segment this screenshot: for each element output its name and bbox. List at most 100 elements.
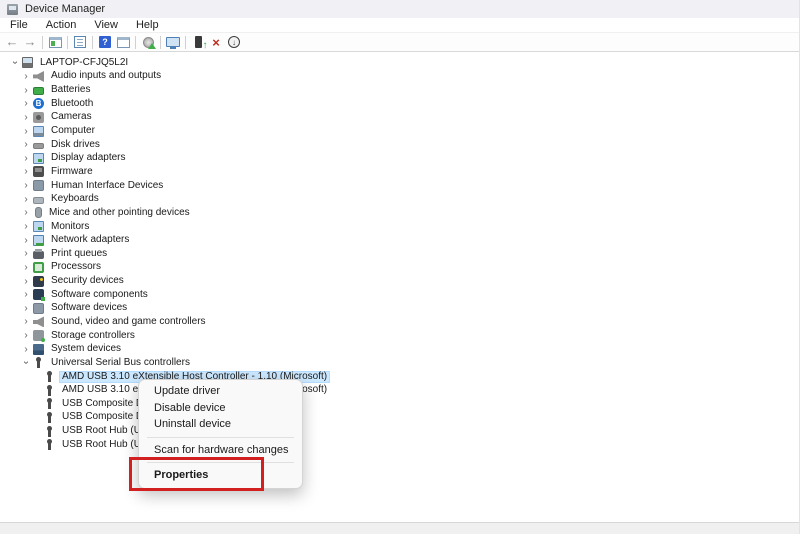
chevron-collapsed-icon[interactable]: ›: [19, 180, 33, 191]
chevron-collapsed-icon[interactable]: ›: [19, 235, 33, 246]
chevron-collapsed-icon[interactable]: ›: [19, 330, 33, 341]
context-menu-item-scan-for-hardware-changes[interactable]: Scan for hardware changes: [139, 442, 302, 459]
camera-icon: [33, 112, 44, 123]
tree-row[interactable]: › Monitors: [0, 220, 799, 234]
chevron-collapsed-icon[interactable]: ›: [19, 139, 33, 150]
tree-row[interactable]: › Human Interface Devices: [0, 179, 799, 193]
tree-item-label: Processors: [48, 261, 104, 273]
chevron-collapsed-icon[interactable]: ›: [19, 98, 33, 109]
chevron-collapsed-icon[interactable]: ›: [19, 276, 33, 287]
context-menu-separator: [147, 437, 294, 438]
tree-row[interactable]: ›Software devices: [0, 302, 799, 316]
tree-row[interactable]: ›Keyboards: [0, 192, 799, 206]
back-icon: ←: [6, 35, 19, 49]
usb-icon: [33, 357, 44, 368]
tree-row[interactable]: USB Root Hub (USB 3.0): [0, 424, 799, 438]
device-tree: ›LAPTOP-CFJQ5L2I›Audio inputs and output…: [0, 52, 799, 522]
toolbar-separator: [160, 36, 161, 49]
update-driver-button[interactable]: [189, 34, 207, 50]
tree-row[interactable]: ›Network adapters: [0, 233, 799, 247]
uninstall-device-button[interactable]: ×: [207, 34, 225, 50]
tree-row[interactable]: ›Mice and other pointing devices: [0, 206, 799, 220]
context-menu-item-disable-device[interactable]: Disable device: [139, 400, 302, 417]
chevron-collapsed-icon[interactable]: ›: [19, 71, 33, 82]
tree-item-label: Print queues: [48, 248, 110, 260]
context-menu-item-properties[interactable]: Properties: [139, 467, 302, 484]
window-title: Device Manager: [25, 3, 105, 15]
scan-hardware-changes-button[interactable]: [139, 34, 157, 50]
chevron-expanded-icon[interactable]: ›: [21, 356, 32, 370]
tree-row[interactable]: ›Storage controllers: [0, 329, 799, 343]
tree-row[interactable]: ›LAPTOP-CFJQ5L2I: [0, 56, 799, 70]
remote-computer-button[interactable]: [164, 34, 182, 50]
help-icon: ?: [99, 36, 111, 48]
tree-row-selected[interactable]: AMD USB 3.10 eXtensible Host Controller …: [0, 370, 799, 384]
tree-row[interactable]: › Print queues: [0, 247, 799, 261]
tree-row[interactable]: › System devices: [0, 342, 799, 356]
tree-row[interactable]: › Audio inputs and outputs: [0, 70, 799, 84]
tree-item-label: Monitors: [48, 221, 92, 233]
tree-row[interactable]: › Processors: [0, 261, 799, 275]
tree-row[interactable]: ›Universal Serial Bus controllers: [0, 356, 799, 370]
firmware-icon: [33, 166, 44, 177]
properties-pane-button[interactable]: [71, 34, 89, 50]
tree-row[interactable]: ›Security devices: [0, 274, 799, 288]
chevron-expanded-icon[interactable]: ›: [10, 56, 21, 70]
title-bar: Device Manager: [0, 0, 799, 18]
chevron-collapsed-icon[interactable]: ›: [19, 126, 33, 137]
menu-action[interactable]: Action: [37, 18, 86, 33]
tree-row[interactable]: ›Cameras: [0, 111, 799, 125]
chevron-collapsed-icon[interactable]: ›: [19, 153, 33, 164]
menu-view[interactable]: View: [85, 18, 127, 33]
tree-row[interactable]: ›Software components: [0, 288, 799, 302]
hid-icon: [33, 180, 44, 191]
chevron-collapsed-icon[interactable]: ›: [19, 85, 33, 96]
tree-row[interactable]: USB Composite Device: [0, 397, 799, 411]
back-button[interactable]: ←: [3, 34, 21, 50]
device-manager-window: Device Manager FileActionViewHelp ←→?×↓ …: [0, 0, 800, 534]
help-button[interactable]: ?: [96, 34, 114, 50]
tree-row[interactable]: AMD USB 3.10 eXtensible Host Controller …: [0, 383, 799, 397]
context-menu-item-uninstall-device[interactable]: Uninstall device: [139, 416, 302, 433]
chevron-collapsed-icon[interactable]: ›: [19, 207, 33, 218]
tree-item-label: System devices: [48, 343, 124, 355]
disable-device-icon: ↓: [228, 36, 240, 48]
tree-row[interactable]: ›BBluetooth: [0, 97, 799, 111]
toolbar-separator: [135, 36, 136, 49]
menu-file[interactable]: File: [1, 18, 37, 33]
chevron-collapsed-icon[interactable]: ›: [19, 303, 33, 314]
tree-row[interactable]: ›Batteries: [0, 83, 799, 97]
tree-row[interactable]: ›Computer: [0, 124, 799, 138]
keyboard-icon: [33, 197, 44, 204]
tree-row[interactable]: ›Disk drives: [0, 138, 799, 152]
tree-row[interactable]: USB Root Hub (USB 3.0): [0, 438, 799, 452]
show-console-tree-button[interactable]: [46, 34, 64, 50]
chevron-collapsed-icon[interactable]: ›: [19, 289, 33, 300]
context-menu: Update driverDisable deviceUninstall dev…: [138, 379, 303, 489]
show-action-pane-button[interactable]: [114, 34, 132, 50]
chevron-collapsed-icon[interactable]: ›: [19, 262, 33, 273]
chevron-collapsed-icon[interactable]: ›: [19, 248, 33, 259]
tree-row[interactable]: ›Sound, video and game controllers: [0, 315, 799, 329]
network-icon: [33, 235, 44, 246]
printer-icon: [33, 251, 44, 259]
tree-row[interactable]: USB Composite Device: [0, 411, 799, 425]
forward-button[interactable]: →: [21, 34, 39, 50]
software-icon: [33, 303, 44, 314]
chevron-collapsed-icon[interactable]: ›: [19, 344, 33, 355]
chevron-collapsed-icon[interactable]: ›: [19, 194, 33, 205]
tree-item-label: Human Interface Devices: [48, 180, 166, 192]
chevron-collapsed-icon[interactable]: ›: [19, 166, 33, 177]
chevron-collapsed-icon[interactable]: ›: [19, 112, 33, 123]
toolbar: ←→? ×↓: [0, 33, 799, 52]
chevron-collapsed-icon[interactable]: ›: [19, 316, 33, 327]
menu-help[interactable]: Help: [127, 18, 168, 33]
chevron-collapsed-icon[interactable]: ›: [19, 221, 33, 232]
tree-row[interactable]: › Display adapters: [0, 151, 799, 165]
tree-row[interactable]: ›Firmware: [0, 165, 799, 179]
tree-item-label: Display adapters: [48, 152, 128, 164]
context-menu-item-update-driver[interactable]: Update driver: [139, 383, 302, 400]
battery-icon: [33, 87, 44, 95]
disable-device-button[interactable]: ↓: [225, 34, 243, 50]
tree-item-label: Audio inputs and outputs: [48, 70, 164, 82]
